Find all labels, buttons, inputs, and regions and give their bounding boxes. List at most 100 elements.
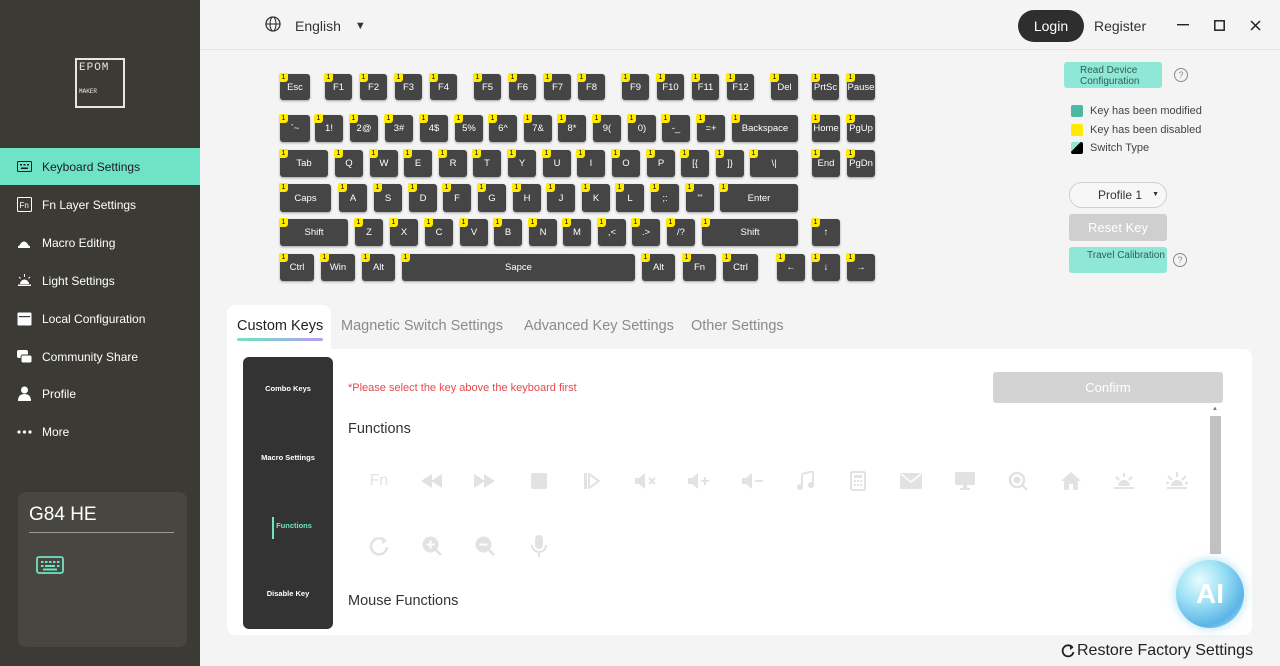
brightness-down-icon[interactable] bbox=[1111, 468, 1137, 494]
key[interactable]: 1 F2 bbox=[359, 73, 387, 100]
register-link[interactable]: Register bbox=[1094, 18, 1146, 34]
key[interactable]: 1D bbox=[408, 183, 437, 212]
tab-advanced-key-settings[interactable]: Advanced Key Settings bbox=[524, 318, 674, 334]
device-card[interactable]: G84 HE bbox=[18, 492, 187, 647]
key[interactable]: 1 Alt bbox=[641, 253, 675, 281]
mail-icon[interactable] bbox=[898, 468, 924, 494]
key[interactable]: 1/? bbox=[666, 218, 695, 246]
zoom-out-icon[interactable] bbox=[472, 533, 498, 559]
key[interactable]: 1 F7 bbox=[543, 73, 571, 100]
key[interactable]: 1 Shift bbox=[701, 218, 798, 246]
key[interactable]: 1 Del bbox=[770, 73, 798, 100]
home-icon[interactable] bbox=[1058, 468, 1084, 494]
key[interactable]: 1 2@ bbox=[349, 114, 378, 142]
key[interactable]: 1 `~ bbox=[279, 114, 310, 142]
submenu-macro-settings[interactable]: Macro Settings bbox=[243, 453, 333, 462]
submenu-functions[interactable]: Functions bbox=[249, 521, 339, 530]
key[interactable]: 1M bbox=[562, 218, 591, 246]
key[interactable]: 1S bbox=[373, 183, 402, 212]
key[interactable]: 1B bbox=[493, 218, 522, 246]
tab-other-settings[interactable]: Other Settings bbox=[691, 318, 784, 334]
key[interactable]: 1 Sapce bbox=[401, 253, 635, 281]
read-device-configuration-button[interactable]: Read Device Configuration bbox=[1064, 62, 1162, 88]
restore-factory-settings-button[interactable]: Restore Factory Settings bbox=[1061, 642, 1253, 660]
key[interactable]: 1F bbox=[442, 183, 471, 212]
language-selector[interactable]: English ▼ bbox=[265, 16, 366, 35]
key[interactable]: 1 Pause bbox=[846, 73, 875, 100]
key[interactable]: 1 Win bbox=[320, 253, 355, 281]
key[interactable]: 1 Caps bbox=[279, 183, 331, 212]
nav-macro-editing[interactable]: Macro Editing bbox=[0, 224, 200, 261]
scroll-up-icon[interactable]: ▲ bbox=[1212, 406, 1218, 412]
key[interactable]: 1 Ctrl bbox=[279, 253, 314, 281]
key[interactable]: 1 8* bbox=[557, 114, 586, 142]
search-icon[interactable] bbox=[1005, 468, 1031, 494]
play-pause-icon[interactable] bbox=[579, 468, 605, 494]
key[interactable]: 1 F9 bbox=[621, 73, 649, 100]
computer-icon[interactable] bbox=[952, 468, 978, 494]
help-icon[interactable]: ? bbox=[1174, 68, 1188, 82]
key[interactable]: 1 F11 bbox=[691, 73, 719, 100]
brightness-up-icon[interactable] bbox=[1164, 468, 1190, 494]
key[interactable]: 1 Fn bbox=[682, 253, 716, 281]
key[interactable]: 1A bbox=[338, 183, 367, 212]
nav-light-settings[interactable]: Light Settings bbox=[0, 262, 200, 299]
key[interactable]: 1 .> bbox=[631, 218, 660, 246]
key[interactable]: 1 ↑ bbox=[811, 218, 840, 246]
maximize-icon[interactable] bbox=[1211, 17, 1227, 33]
key[interactable]: 1U bbox=[542, 149, 571, 177]
key[interactable]: 1 5% bbox=[454, 114, 483, 142]
key[interactable]: 1O bbox=[611, 149, 640, 177]
key[interactable]: 1 9( bbox=[592, 114, 621, 142]
key[interactable]: 1 PrtSc bbox=[811, 73, 839, 100]
nav-local-configuration[interactable]: Local Configuration bbox=[0, 300, 200, 337]
key[interactable]: 1 F12 bbox=[726, 73, 754, 100]
nav-fn-layer-settings[interactable]: Fn Fn Layer Settings bbox=[0, 186, 200, 223]
key[interactable]: 1 Home bbox=[811, 114, 840, 142]
stop-icon[interactable] bbox=[526, 468, 552, 494]
key[interactable]: 1L bbox=[615, 183, 644, 212]
nav-profile[interactable]: Profile bbox=[0, 375, 200, 412]
key[interactable]: 1 =+ bbox=[696, 114, 725, 142]
key[interactable]: 1 3# bbox=[384, 114, 413, 142]
microphone-icon[interactable] bbox=[526, 533, 552, 559]
submenu-disable-key[interactable]: Disable Key bbox=[243, 589, 333, 598]
key[interactable]: 1 PgUp bbox=[846, 114, 875, 142]
key[interactable]: 1G bbox=[477, 183, 506, 212]
key[interactable]: 1 F4 bbox=[429, 73, 457, 100]
zoom-in-icon[interactable] bbox=[419, 533, 445, 559]
key[interactable]: 1 Alt bbox=[361, 253, 395, 281]
key[interactable]: 1C bbox=[424, 218, 453, 246]
key[interactable]: 1Z bbox=[354, 218, 383, 246]
key[interactable]: 1V bbox=[459, 218, 488, 246]
key[interactable]: 1 ,< bbox=[597, 218, 626, 246]
travel-calibration-button[interactable]: Travel Calibration bbox=[1069, 247, 1167, 273]
key[interactable]: 1 → bbox=[846, 253, 875, 281]
key[interactable]: 1 F1 bbox=[324, 73, 352, 100]
key[interactable]: 1 Ctrl bbox=[722, 253, 758, 281]
key[interactable]: 1J bbox=[546, 183, 575, 212]
previous-track-icon[interactable] bbox=[419, 468, 445, 494]
tab-custom-keys[interactable]: Custom Keys bbox=[237, 318, 324, 341]
submenu-combo-keys[interactable]: Combo Keys bbox=[243, 384, 333, 393]
key[interactable]: 1 \| bbox=[749, 149, 798, 177]
key[interactable]: 1 0) bbox=[627, 114, 656, 142]
key[interactable]: 1 F10 bbox=[656, 73, 684, 100]
calculator-icon[interactable] bbox=[845, 468, 871, 494]
profile-select[interactable]: Profile 1 ▼ bbox=[1069, 182, 1167, 208]
minimize-icon[interactable] bbox=[1175, 17, 1191, 33]
close-icon[interactable] bbox=[1247, 17, 1263, 33]
key[interactable]: 1N bbox=[528, 218, 557, 246]
key[interactable]: 1 ← bbox=[776, 253, 805, 281]
key[interactable]: 1[{ bbox=[680, 149, 709, 177]
scrollbar-thumb[interactable] bbox=[1210, 416, 1221, 554]
key[interactable]: 1H bbox=[512, 183, 541, 212]
key[interactable]: 1W bbox=[369, 149, 398, 177]
music-icon[interactable] bbox=[792, 468, 818, 494]
key[interactable]: 1 Tab bbox=[279, 149, 328, 177]
key[interactable]: 1 -_ bbox=[661, 114, 690, 142]
key[interactable]: 1I bbox=[576, 149, 605, 177]
key[interactable]: 1 '" bbox=[685, 183, 714, 212]
key[interactable]: 1 Esc bbox=[279, 73, 310, 100]
key[interactable]: 1 PgDn bbox=[846, 149, 875, 177]
